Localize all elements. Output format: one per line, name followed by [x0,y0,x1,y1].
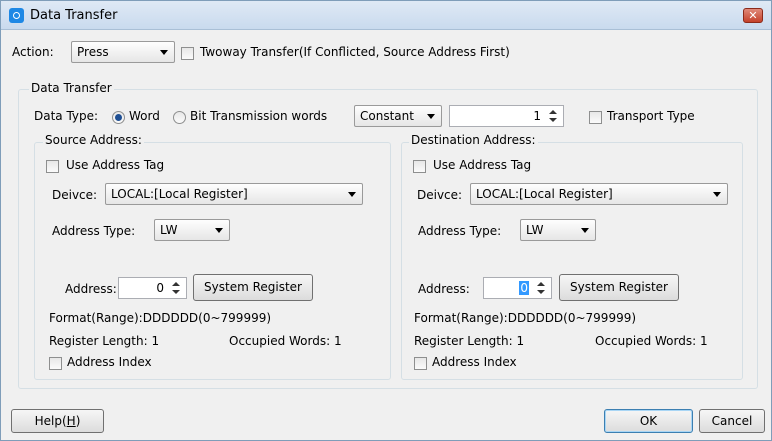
source-address-field-label: Address: [65,282,117,296]
destination-device-value: LOCAL:[Local Register] [476,187,613,201]
data-transfer-dialog: Data Transfer ✕ Action: Press Twoway Tra… [0,0,772,441]
help-button[interactable]: Help(H) [11,409,104,433]
title-bar[interactable]: Data Transfer ✕ [1,1,771,30]
help-button-prefix: Help( [34,414,67,428]
source-address-type-select[interactable]: LW [154,219,230,241]
source-address-value: 0 [156,281,164,295]
spin-up-icon[interactable] [172,282,180,286]
radio-word[interactable] [112,111,125,124]
destination-occupied-words: Occupied Words: 1 [595,334,708,348]
source-address-index-checkbox[interactable] [49,357,62,370]
source-address-stepper[interactable]: 0 [118,277,187,299]
destination-address-value[interactable]: 0 [519,281,529,295]
source-occupied-words: Occupied Words: 1 [229,334,342,348]
destination-address-index-checkbox[interactable] [414,357,427,370]
twoway-label: Twoway Transfer(If Conflicted, Source Ad… [200,45,510,59]
chevron-down-icon [348,192,356,197]
cancel-button[interactable]: Cancel [699,409,765,433]
data-transfer-group-label: Data Transfer [29,81,114,95]
destination-device-label: Deivce: [417,188,463,202]
destination-address-index-label: Address Index [432,355,517,369]
spin-down-icon[interactable] [549,118,557,122]
destination-format-text: Format(Range):DDDDDD(0~799999) [414,311,637,325]
chevron-down-icon [215,228,223,233]
transport-type-checkbox[interactable] [589,111,602,124]
source-use-tag-checkbox[interactable] [46,160,59,173]
spin-up-icon[interactable] [537,282,545,286]
action-label: Action: [12,45,54,59]
source-address-index-label: Address Index [67,355,152,369]
spin-arrows-icon[interactable] [536,280,547,296]
source-address-type-value: LW [160,223,178,237]
spin-down-icon[interactable] [172,290,180,294]
source-address-label: Source Address: [43,133,144,147]
help-button-accel: H [66,414,76,428]
destination-address-label: Destination Address: [409,133,538,147]
radio-bit-transmission[interactable] [173,111,186,124]
source-address-type-label: Address Type: [52,224,136,238]
source-device-value: LOCAL:[Local Register] [111,187,248,201]
spin-down-icon[interactable] [537,290,545,294]
spin-arrows-icon[interactable] [171,280,182,296]
action-select[interactable]: Press [71,41,175,63]
count-stepper-value: 1 [533,109,541,123]
destination-register-length: Register Length: 1 [414,334,525,348]
help-button-suffix: ) [75,414,81,428]
radio-bit-label: Bit Transmission words [190,109,328,123]
action-select-value: Press [77,45,109,59]
chevron-down-icon [160,50,168,55]
mode-select[interactable]: Constant [354,105,442,127]
twoway-checkbox[interactable] [181,47,194,60]
chevron-down-icon [713,192,721,197]
destination-address-field-label: Address: [418,282,470,296]
transport-type-label: Transport Type [607,109,695,123]
window-title: Data Transfer [30,8,118,23]
destination-address-stepper[interactable]: 0 [483,277,552,299]
chevron-down-icon [427,114,435,119]
destination-device-select[interactable]: LOCAL:[Local Register] [470,183,728,205]
spin-up-icon[interactable] [549,110,557,114]
source-device-select[interactable]: LOCAL:[Local Register] [105,183,363,205]
spin-arrows-icon[interactable] [548,108,559,124]
source-use-tag-label: Use Address Tag [66,158,165,172]
destination-address-type-select[interactable]: LW [520,219,596,241]
destination-use-tag-label: Use Address Tag [433,158,532,172]
source-format-text: Format(Range):DDDDDD(0~799999) [49,311,272,325]
ok-button[interactable]: OK [604,409,693,433]
radio-word-label: Word [129,109,160,123]
data-type-label: Data Type: [34,109,99,123]
count-stepper[interactable]: 1 [449,105,564,127]
destination-address-type-value: LW [526,223,544,237]
mode-select-value: Constant [360,109,414,123]
close-button[interactable]: ✕ [743,8,763,23]
source-register-length: Register Length: 1 [49,334,160,348]
chevron-down-icon [581,228,589,233]
source-system-register-button[interactable]: System Register [193,274,313,301]
source-device-label: Deivce: [52,188,98,202]
destination-use-tag-checkbox[interactable] [413,160,426,173]
destination-system-register-button[interactable]: System Register [559,274,679,301]
app-icon [9,8,24,23]
destination-address-type-label: Address Type: [418,224,502,238]
